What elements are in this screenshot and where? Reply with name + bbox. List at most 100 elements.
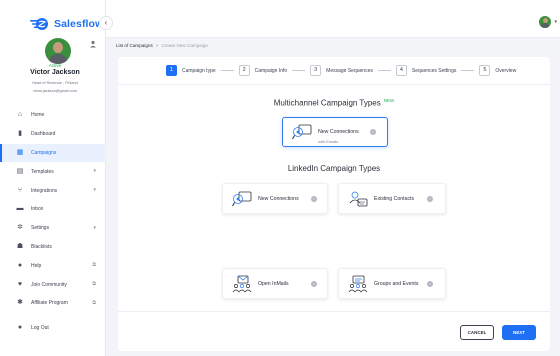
- linkedin-open-inmails-card[interactable]: Open InMails i: [222, 268, 328, 299]
- step-divider: [292, 70, 306, 71]
- step-campaign-type[interactable]: 1 Campaign type: [166, 65, 216, 76]
- step-number: 1: [166, 65, 177, 76]
- info-icon[interactable]: i: [370, 129, 376, 135]
- logo[interactable]: Salesflow: [30, 16, 103, 32]
- info-icon[interactable]: i: [427, 196, 433, 202]
- star-icon: ✱: [17, 299, 23, 307]
- sidebar-item-settings[interactable]: ✲ Settings ▾: [0, 219, 106, 238]
- sidebar-item-join-community[interactable]: ♥ Join Community ⧉: [0, 275, 106, 294]
- linkedin-new-connections-card[interactable]: New Connections i: [222, 183, 328, 214]
- integrations-icon: ⑂: [17, 186, 23, 194]
- step-overview[interactable]: 5 Overview: [479, 65, 516, 76]
- sidebar-item-label: Blacklists: [31, 243, 52, 250]
- external-link-icon[interactable]: ⧉: [92, 300, 96, 306]
- sidebar-item-label: Settings: [31, 225, 50, 232]
- stepper: 1 Campaign type 2 Campaign Info 3 Messag…: [118, 57, 550, 85]
- sidebar-item-home[interactable]: ⌂ Home: [0, 106, 106, 125]
- sidebar-item-dashboard[interactable]: ▮ Dashboard: [0, 125, 106, 144]
- card-label: New Connections: [318, 129, 359, 135]
- network-connections-icon: [232, 190, 252, 208]
- user-role: Head of Revenue - Finland: [32, 81, 78, 85]
- avatar[interactable]: [45, 38, 71, 64]
- next-button[interactable]: NEXT: [502, 325, 536, 340]
- external-link-icon[interactable]: ⧉: [92, 281, 96, 287]
- sidebar-item-campaigns[interactable]: ▦ Campaigns: [0, 143, 106, 163]
- card-label: New Connections: [258, 195, 299, 202]
- info-icon[interactable]: i: [311, 281, 317, 287]
- new-badge: NEW: [383, 98, 395, 103]
- step-number: 5: [479, 65, 491, 76]
- linkedin-groups-events-card[interactable]: Groups and Events i: [338, 268, 446, 299]
- sidebar-item-label: Integrations: [31, 187, 58, 194]
- info-icon[interactable]: i: [427, 281, 433, 287]
- step-divider: [220, 70, 234, 71]
- sidebar-item-templates[interactable]: ▤ Templates ▾: [0, 162, 106, 181]
- top-bar: ▾: [106, 0, 560, 38]
- card-label: Existing Contacts: [374, 195, 415, 202]
- inmail-icon: [232, 275, 252, 293]
- step-message-sequences[interactable]: 3 Message Sequences: [310, 65, 373, 76]
- chevron-down-icon[interactable]: ▾: [554, 19, 557, 25]
- users-icon: ☗: [16, 242, 24, 250]
- sidebar-item-integrations[interactable]: ⑂ Integrations ▾: [0, 181, 106, 200]
- chevron-down-icon[interactable]: ▾: [93, 168, 96, 174]
- step-label: Message Sequences: [326, 67, 373, 74]
- breadcrumb: List of Campaigns > Create New Campaign: [116, 43, 208, 48]
- network-connections-icon: [292, 123, 312, 141]
- heart-icon: ♥: [17, 280, 23, 288]
- user-name: Victor Jackson: [30, 69, 80, 76]
- sidebar-item-inbox[interactable]: ▬ Inbox: [0, 200, 106, 219]
- gear-icon: ✲: [17, 224, 23, 232]
- step-number: 2: [238, 65, 250, 76]
- chevron-left-icon: ‹: [104, 18, 108, 27]
- step-label: Campaign Info: [254, 67, 288, 74]
- collapse-sidebar-button[interactable]: ‹: [99, 16, 113, 30]
- top-avatar[interactable]: [539, 16, 551, 28]
- info-icon[interactable]: i: [311, 196, 317, 202]
- sidebar-item-label: Templates: [31, 168, 54, 175]
- card-sublabel: with Emails: [318, 139, 339, 144]
- bar-chart-icon: ▮: [18, 130, 22, 138]
- multichannel-title: Multichannel Campaign Types: [273, 98, 381, 108]
- user-profile-icon[interactable]: [89, 40, 97, 48]
- sidebar-item-label: Join Community: [31, 281, 67, 288]
- salesflow-logo-icon: [30, 17, 50, 31]
- step-sequences-settings[interactable]: 4 Sequences Settings: [395, 65, 457, 76]
- cancel-button[interactable]: CANCEL: [460, 325, 494, 340]
- user-email: victor.jackson@gmail.com: [33, 89, 77, 93]
- sidebar-item-affiliate-program[interactable]: ✱ Affiliate Program ⧉: [0, 294, 106, 313]
- sidebar-item-blacklists[interactable]: ☗ Blacklists: [0, 238, 106, 257]
- sidebar-item-label: Log Out: [31, 325, 49, 332]
- sidebar-item-label: Campaigns: [31, 149, 57, 156]
- home-icon: ⌂: [17, 111, 23, 119]
- step-divider: [377, 70, 391, 71]
- multichannel-new-connections-card[interactable]: New Connections with Emails i: [282, 117, 388, 147]
- card-footer: CANCEL NEXT: [118, 311, 550, 351]
- template-icon: ▤: [16, 167, 24, 175]
- step-number: 4: [395, 65, 407, 76]
- chevron-down-icon[interactable]: ▾: [93, 187, 96, 193]
- linkedin-existing-contacts-card[interactable]: Existing Contacts i: [338, 183, 446, 214]
- logout-icon: ●: [17, 324, 23, 332]
- breadcrumb-parent[interactable]: List of Campaigns: [116, 43, 153, 48]
- sidebar: Salesflow Active Victor Jackson Head of …: [0, 0, 106, 356]
- card-label: Open InMails: [258, 280, 289, 287]
- sidebar-item-label: Inbox: [31, 206, 44, 213]
- step-label: Sequences Settings: [411, 67, 457, 74]
- grid-icon: ▦: [16, 148, 24, 156]
- external-link-icon[interactable]: ⧉: [92, 262, 96, 268]
- step-campaign-info[interactable]: 2 Campaign Info: [238, 65, 288, 76]
- sidebar-item-log-out[interactable]: ● Log Out: [0, 319, 106, 338]
- sidebar-item-help[interactable]: ● Help ⧉: [0, 256, 106, 275]
- multichannel-section-title: Multichannel Campaign Types NEW: [118, 98, 550, 108]
- help-icon: ●: [17, 261, 23, 269]
- step-label: Campaign type: [182, 67, 216, 74]
- chevron-down-icon[interactable]: ▾: [93, 225, 96, 231]
- breadcrumb-separator: >: [155, 43, 159, 48]
- step-divider: [461, 70, 475, 71]
- sidebar-item-label: Dashboard: [31, 131, 56, 138]
- inbox-icon: ▬: [16, 205, 24, 213]
- step-number: 3: [310, 65, 322, 76]
- groups-events-icon: [348, 275, 368, 293]
- sidebar-item-label: Home: [31, 112, 45, 119]
